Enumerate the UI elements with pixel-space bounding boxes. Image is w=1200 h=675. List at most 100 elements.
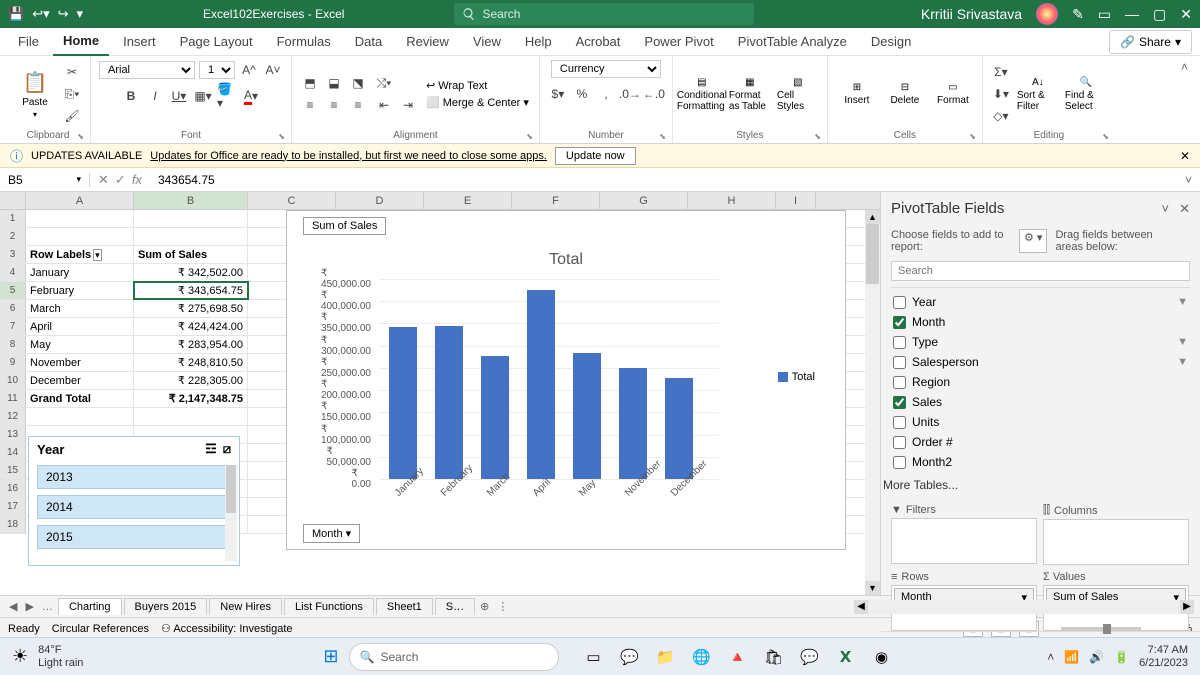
row-head[interactable]: 7 (0, 318, 26, 335)
field-filter-icon[interactable]: ▼ (1177, 296, 1188, 308)
pivot-field[interactable]: Month2 (891, 452, 1190, 472)
pivot-field[interactable]: Year▼ (891, 292, 1190, 312)
grow-font-icon[interactable]: A^ (239, 60, 259, 80)
formula-input[interactable]: 343654.75 (150, 173, 1177, 187)
indent-icon[interactable]: ⇥ (398, 95, 418, 115)
font-color-button[interactable]: A▾ (241, 86, 261, 106)
cell[interactable] (26, 408, 134, 425)
cell[interactable] (134, 228, 248, 245)
close-icon[interactable]: ✕ (1180, 6, 1192, 23)
chart-value-button[interactable]: Sum of Sales (303, 217, 386, 235)
orientation-icon[interactable]: ⤭▾ (374, 73, 394, 93)
cell[interactable] (134, 408, 248, 425)
decrease-decimal-icon[interactable]: ←.0 (644, 84, 664, 104)
percent-icon[interactable]: % (572, 84, 592, 104)
paste-button[interactable]: 📋Paste▾ (14, 64, 56, 124)
cell[interactable]: April (26, 318, 134, 335)
taskview-icon[interactable]: ▭ (581, 644, 607, 670)
row-head[interactable]: 15 (0, 462, 26, 479)
chat-icon[interactable]: 💬 (617, 644, 643, 670)
cell[interactable] (26, 210, 134, 227)
font-size[interactable]: 10 (199, 61, 235, 79)
field-filter-icon[interactable]: ▼ (1177, 356, 1188, 368)
fill-color-button[interactable]: 🪣▾ (217, 86, 237, 106)
row-head[interactable]: 13 (0, 426, 26, 443)
more-tables-link[interactable]: More Tables... (881, 472, 1200, 498)
cell-styles-button[interactable]: ▧Cell Styles (777, 64, 819, 124)
spreadsheet-grid[interactable]: A B C D E F G H I 123Row Labels▾Sum of S… (0, 192, 880, 595)
col-E[interactable]: E (424, 192, 512, 209)
new-sheet-icon[interactable]: ⊕ (477, 600, 492, 613)
tab-design[interactable]: Design (861, 28, 921, 55)
cell[interactable]: ₹ 283,954.00 (134, 336, 248, 353)
sheet-tab[interactable]: New Hires (209, 598, 282, 615)
cell[interactable]: ₹ 275,698.50 (134, 300, 248, 317)
row-head[interactable]: 6 (0, 300, 26, 317)
cancel-formula-icon[interactable]: ✕ (98, 172, 109, 188)
pivot-dropdown-icon[interactable]: ˅ (1162, 201, 1170, 217)
field-checkbox[interactable] (893, 456, 906, 469)
col-G[interactable]: G (600, 192, 688, 209)
cell[interactable]: February (26, 282, 134, 299)
status-accessibility[interactable]: ⚇ Accessibility: Investigate (161, 622, 293, 635)
share-button[interactable]: 🔗 Share ▾ (1109, 30, 1192, 54)
field-checkbox[interactable] (893, 436, 906, 449)
store-icon[interactable]: 🛍 (761, 644, 787, 670)
field-checkbox[interactable] (893, 396, 906, 409)
pivot-field[interactable]: Sales (891, 392, 1190, 412)
tab-view[interactable]: View (463, 28, 511, 55)
tab-pivot-analyze[interactable]: PivotTable Analyze (728, 28, 857, 55)
cell[interactable]: ₹ 424,424.00 (134, 318, 248, 335)
pivot-field[interactable]: Order # (891, 432, 1190, 452)
align-middle-icon[interactable]: ⬓ (324, 73, 344, 93)
wrap-text-button[interactable]: ↩ Wrap Text (424, 78, 531, 93)
edge-icon[interactable]: 🌐 (689, 644, 715, 670)
volume-icon[interactable]: 🔊 (1089, 650, 1104, 664)
field-checkbox[interactable] (893, 336, 906, 349)
maximize-icon[interactable]: ▢ (1153, 6, 1166, 23)
slicer-item[interactable]: 2013 (37, 465, 231, 489)
cell[interactable]: December (26, 372, 134, 389)
start-icon[interactable]: ⊞ (323, 646, 338, 667)
cell[interactable] (134, 210, 248, 227)
cell[interactable]: ₹ 342,502.00 (134, 264, 248, 281)
row-head[interactable]: 10 (0, 372, 26, 389)
tab-review[interactable]: Review (396, 28, 459, 55)
slicer-scrollbar[interactable] (225, 465, 237, 561)
row-head[interactable]: 9 (0, 354, 26, 371)
conditional-formatting-button[interactable]: ▤Conditional Formatting (681, 64, 723, 124)
fill-icon[interactable]: ⬇▾ (991, 84, 1011, 104)
pivot-field[interactable]: Region (891, 372, 1190, 392)
row-head[interactable]: 2 (0, 228, 26, 245)
year-slicer[interactable]: Year ☲ ⧄ 2013 2014 2015 (28, 436, 240, 566)
copy-icon[interactable]: ⎘▾ (62, 84, 82, 104)
row-head[interactable]: 11 (0, 390, 26, 407)
increase-decimal-icon[interactable]: .0→ (620, 84, 640, 104)
update-close-icon[interactable]: ✕ (1180, 149, 1190, 163)
find-select-button[interactable]: 🔍Find & Select (1065, 64, 1107, 124)
row-head[interactable]: 16 (0, 480, 26, 497)
row-head[interactable]: 5 (0, 282, 26, 299)
qa-more-icon[interactable]: ▾ (77, 6, 84, 22)
pivot-field[interactable]: Month (891, 312, 1190, 332)
cell[interactable]: ₹ 2,147,348.75 (134, 390, 248, 407)
cell[interactable]: November (26, 354, 134, 371)
format-cells-button[interactable]: ▭Format (932, 64, 974, 124)
field-checkbox[interactable] (893, 316, 906, 329)
insert-cells-button[interactable]: ⊞Insert (836, 64, 878, 124)
shrink-font-icon[interactable]: A˅ (263, 60, 283, 80)
outdent-icon[interactable]: ⇤ (374, 95, 394, 115)
cell[interactable]: Row Labels▾ (26, 246, 134, 263)
delete-cells-button[interactable]: ⊟Delete (884, 64, 926, 124)
cell[interactable]: ₹ 228,305.00 (134, 372, 248, 389)
vlc-icon[interactable]: 🔺 (725, 644, 751, 670)
autosum-icon[interactable]: Σ▾ (991, 62, 1011, 82)
cell[interactable]: Grand Total (26, 390, 134, 407)
row-head[interactable]: 17 (0, 498, 26, 515)
chart-axis-dropdown[interactable]: Month ▾ (303, 524, 360, 543)
field-checkbox[interactable] (893, 296, 906, 309)
select-all-corner[interactable] (0, 192, 26, 209)
sheet-nav-next[interactable]: ▶ (22, 600, 36, 613)
col-F[interactable]: F (512, 192, 600, 209)
save-icon[interactable]: 💾 (8, 6, 24, 22)
